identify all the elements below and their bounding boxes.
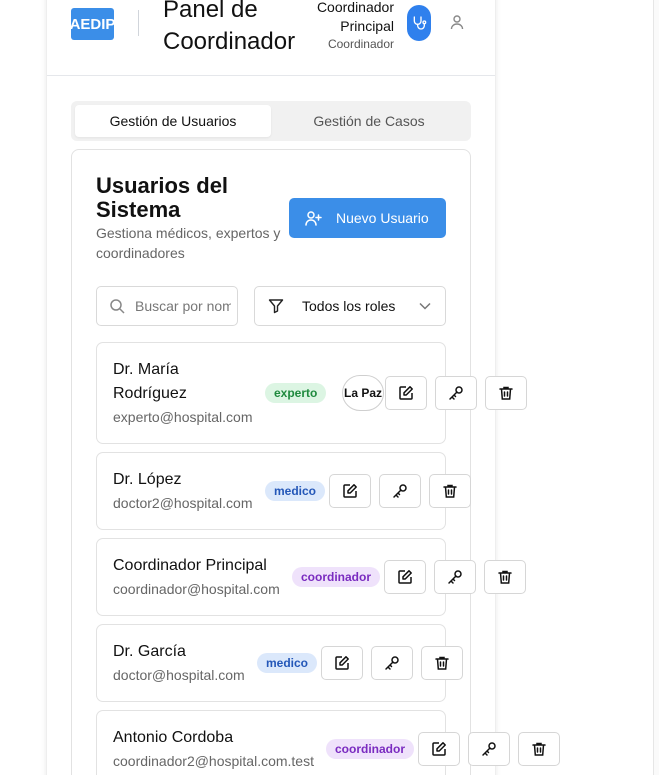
edit-user-button[interactable] [384, 560, 426, 594]
delete-user-button[interactable] [429, 474, 471, 508]
user-icon[interactable] [450, 14, 464, 30]
trash-icon [499, 386, 513, 400]
reset-password-button[interactable] [434, 560, 476, 594]
tab-user-management[interactable]: Gestión de Usuarios [75, 105, 271, 137]
users-section-subtitle: Gestiona médicos, expertos y coordinador… [96, 225, 281, 261]
trash-icon [443, 484, 457, 498]
reset-password-button[interactable] [371, 646, 413, 680]
reset-password-button[interactable] [435, 376, 477, 410]
trash-icon [532, 742, 546, 756]
key-icon [448, 570, 462, 584]
trash-icon [435, 656, 449, 670]
stethoscope-icon [413, 16, 427, 30]
user-email: doctor@hospital.com [113, 667, 245, 683]
stethoscope-button[interactable] [407, 5, 431, 41]
user-name: Dr. García [113, 643, 186, 660]
search-input[interactable] [135, 298, 231, 314]
key-icon [449, 386, 463, 400]
tab-bar: Gestión de Usuarios Gestión de Casos [71, 101, 471, 141]
chevron-down-icon [419, 302, 431, 310]
user-name: Dr. López [113, 471, 182, 488]
edit-user-button[interactable] [418, 732, 460, 766]
user-email: experto@hospital.com [113, 409, 253, 425]
user-name: Antonio Cordoba [113, 729, 234, 746]
search-box [96, 286, 238, 326]
edit-icon [432, 742, 446, 756]
user-plus-icon [305, 210, 322, 226]
trash-icon [498, 570, 512, 584]
role-badge: experto [265, 383, 327, 403]
edit-user-button[interactable] [329, 474, 371, 508]
delete-user-button[interactable] [485, 376, 527, 410]
edit-user-button[interactable] [385, 376, 427, 410]
filter-icon [268, 299, 284, 314]
role-badge: coordinador [326, 739, 415, 759]
edit-icon [335, 656, 349, 670]
current-user-role: Coordinador [327, 37, 394, 51]
new-user-label: Nuevo Usuario [336, 210, 429, 226]
user-name: Coordinador Principal [113, 557, 267, 574]
user-name: Dr. María Rodríguez [113, 361, 187, 402]
user-email: coordinador2@hospital.com.test [113, 753, 314, 769]
key-icon [393, 484, 407, 498]
edit-icon [399, 386, 413, 400]
users-section-title: Usuarios del Sistema [96, 173, 229, 222]
role-badge: medico [265, 481, 326, 501]
role-badge: medico [257, 653, 318, 673]
reset-password-button[interactable] [468, 732, 510, 766]
role-badge: coordinador [292, 567, 381, 587]
page-scroll-edge [653, 0, 659, 775]
role-filter-value: Todos los roles [302, 298, 396, 314]
tab-case-management[interactable]: Gestión de Casos [271, 105, 467, 137]
user-email: coordinador@hospital.com [113, 581, 280, 597]
edit-icon [343, 484, 357, 498]
app-header: AEDIP Panel de Coordinador Coordinador P… [47, 0, 495, 76]
delete-user-button[interactable] [421, 646, 463, 680]
edit-user-button[interactable] [321, 646, 363, 680]
role-filter-select[interactable]: Todos los roles [254, 286, 446, 326]
edit-icon [398, 570, 412, 584]
current-user-name: Coordinador Principal [316, 0, 394, 34]
search-icon [110, 299, 125, 314]
header-divider [138, 10, 139, 36]
app-logo: AEDIP [70, 8, 115, 40]
user-email: doctor2@hospital.com [113, 495, 253, 511]
delete-user-button[interactable] [518, 732, 560, 766]
key-icon [482, 742, 496, 756]
location-badge: La Paz [342, 375, 384, 411]
new-user-button[interactable]: Nuevo Usuario [289, 198, 446, 238]
key-icon [385, 656, 399, 670]
delete-user-button[interactable] [484, 560, 526, 594]
reset-password-button[interactable] [379, 474, 421, 508]
